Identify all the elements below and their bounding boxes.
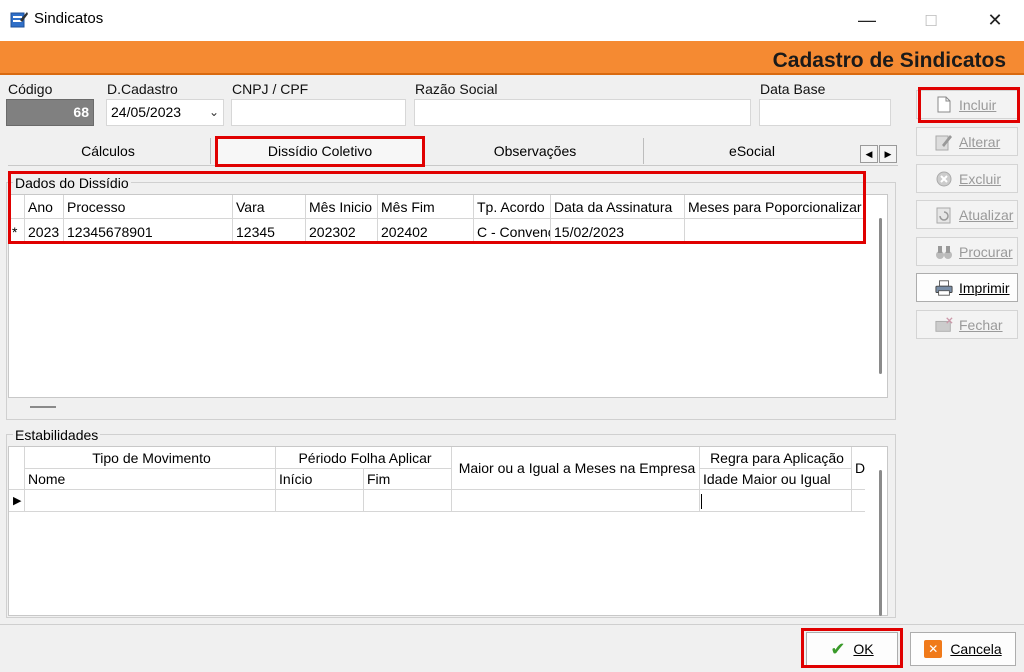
- col-mes-fim[interactable]: Mês Fim: [378, 199, 473, 215]
- tab-esocial[interactable]: eSocial: [644, 136, 860, 166]
- database-label: Data Base: [760, 81, 826, 97]
- checkmark-icon: ✔: [830, 638, 846, 659]
- col-tipo-movimento[interactable]: Tipo de Movimento: [25, 450, 275, 466]
- fechar-button[interactable]: Fechar: [916, 310, 1018, 339]
- ok-label: OK: [853, 641, 874, 657]
- horizontal-scrollbar[interactable]: [30, 406, 56, 408]
- alterar-label: Alterar: [959, 133, 1001, 150]
- col-maior-meses[interactable]: Maior ou a Igual a Meses na Empresa: [452, 460, 699, 476]
- close-button[interactable]: ✕: [972, 0, 1018, 41]
- fechar-label: Fechar: [959, 316, 1003, 333]
- codigo-label: Código: [8, 81, 53, 97]
- edit-icon: [935, 133, 953, 151]
- dcadastro-value: 24/05/2023: [111, 104, 182, 120]
- cancel-label: Cancela: [950, 641, 1002, 657]
- vertical-scrollbar[interactable]: [879, 218, 882, 374]
- alterar-button[interactable]: Alterar: [916, 127, 1018, 156]
- col-tp-acordo[interactable]: Tp. Acordo: [474, 199, 550, 215]
- binoculars-icon: [935, 243, 953, 261]
- tab-scroll-right-icon[interactable]: ▶: [879, 145, 897, 163]
- table-cell[interactable]: 12345678901: [64, 224, 232, 240]
- procurar-label: Procurar: [959, 243, 1013, 260]
- imprimir-button[interactable]: Imprimir: [916, 273, 1018, 302]
- col-periodo-folha[interactable]: Périodo Folha Aplicar: [276, 450, 451, 466]
- cnpj-label: CNPJ / CPF: [232, 81, 309, 97]
- col-meses-proporcionalizar[interactable]: Meses para Poporcionalizar: [685, 199, 863, 215]
- table-cell[interactable]: C - Convenção: [474, 224, 550, 240]
- minimize-button[interactable]: —: [844, 0, 890, 41]
- window-title: Sindicatos: [34, 10, 104, 27]
- chevron-down-icon[interactable]: ⌄: [209, 105, 219, 119]
- row-marker: *: [12, 224, 18, 240]
- cnpj-field[interactable]: [231, 99, 406, 126]
- col-di[interactable]: Di: [852, 460, 866, 476]
- close-folder-icon: [935, 316, 953, 334]
- col-idade-maior[interactable]: Idade Maior ou Igual: [700, 471, 851, 487]
- incluir-label: Incluir: [959, 96, 997, 113]
- row-pointer-icon: ▶: [13, 495, 22, 507]
- excluir-button[interactable]: Excluir: [916, 164, 1018, 193]
- col-regra-aplicacao[interactable]: Regra para Aplicação: [700, 450, 851, 466]
- tab-separator: [210, 138, 211, 164]
- table-cell[interactable]: 202402: [378, 224, 473, 240]
- ok-button[interactable]: ✔ OK: [806, 632, 898, 666]
- dissidio-group-title: Dados do Dissídio: [13, 175, 131, 191]
- cancel-button[interactable]: ✕ Cancela: [910, 632, 1016, 666]
- col-processo[interactable]: Processo: [64, 199, 232, 215]
- imprimir-label: Imprimir: [959, 279, 1010, 296]
- page-title: Cadastro de Sindicatos: [772, 49, 1006, 72]
- cancel-icon: ✕: [924, 640, 943, 658]
- col-vara[interactable]: Vara: [233, 199, 305, 215]
- vertical-scrollbar[interactable]: [879, 470, 882, 616]
- refresh-icon: [935, 206, 953, 224]
- razao-label: Razão Social: [415, 81, 498, 97]
- col-mes-inicio[interactable]: Mês Inicio: [306, 199, 377, 215]
- tab-dissidio-coletivo[interactable]: Dissídio Coletivo: [216, 136, 424, 166]
- procurar-button[interactable]: Procurar: [916, 237, 1018, 266]
- excluir-label: Excluir: [959, 170, 1002, 187]
- col-data-assinatura[interactable]: Data da Assinatura: [551, 199, 684, 215]
- text-cursor: [701, 494, 702, 509]
- document-icon: [935, 96, 953, 114]
- dcadastro-label: D.Cadastro: [107, 81, 178, 97]
- col-nome[interactable]: Nome: [25, 471, 275, 487]
- maximize-button[interactable]: ☐: [908, 0, 954, 41]
- atualizar-label: Atualizar: [959, 206, 1014, 223]
- footer-separator: [0, 624, 1024, 625]
- razao-field[interactable]: [414, 99, 751, 126]
- estabilidades-group-title: Estabilidades: [13, 427, 101, 443]
- tab-calculos[interactable]: Cálculos: [8, 136, 208, 166]
- app-icon: [10, 12, 28, 28]
- table-cell[interactable]: 12345: [233, 224, 305, 240]
- dcadastro-field[interactable]: 24/05/2023 ⌄: [106, 99, 224, 126]
- incluir-button[interactable]: Incluir: [916, 90, 1018, 119]
- col-fim[interactable]: Fim: [364, 471, 451, 487]
- table-cell[interactable]: 202302: [306, 224, 377, 240]
- database-field[interactable]: [759, 99, 891, 126]
- printer-icon: [935, 279, 953, 297]
- col-inicio[interactable]: Início: [276, 471, 363, 487]
- table-cell[interactable]: 15/02/2023: [551, 224, 684, 240]
- codigo-field[interactable]: 68: [6, 99, 94, 126]
- atualizar-button[interactable]: Atualizar: [916, 200, 1018, 229]
- tab-observacoes[interactable]: Observações: [428, 136, 642, 166]
- delete-icon: [935, 170, 953, 188]
- tab-scroll-left-icon[interactable]: ◀: [860, 145, 878, 163]
- table-cell[interactable]: 2023: [25, 224, 63, 240]
- col-ano[interactable]: Ano: [25, 199, 63, 215]
